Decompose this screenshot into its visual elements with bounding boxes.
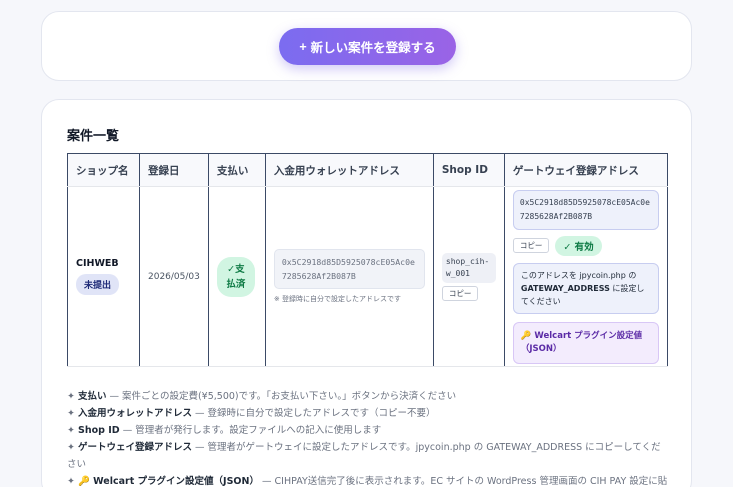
section-title: 案件一覧: [67, 129, 120, 144]
legend-item: ✦ 入金用ウォレットアドレス — 登録時に自分で設定したアドレスです（コピー不要…: [67, 405, 668, 422]
project-table: ショップ名 登録日 支払い 入金用ウォレットアドレス Shop ID ゲートウェ…: [67, 153, 669, 367]
legend-desc: — 管理者が発行します。設定ファイルへの記入に使用します: [119, 425, 382, 436]
legend-bullet-icon: ✦: [67, 425, 75, 436]
registration-date: 2026/05/03: [148, 272, 200, 283]
legend-item: ✦ 🔑 Welcart プラグイン設定値（JSON） — CIHPAY送信完了後…: [67, 473, 668, 487]
legend-term: Shop ID: [78, 425, 120, 436]
table-divider: [67, 366, 668, 367]
plus-icon: +: [299, 39, 307, 54]
project-list-card: 案件一覧 ショップ名 登録日 支払い 入金用ウォレットアドレス Shop ID …: [41, 99, 692, 487]
header-wallet-address: 入金用ウォレットアドレス: [264, 153, 434, 187]
legend-item: ✦ 支払い — 案件ごとの設定費(¥5,500)です。「お支払い下さい。」ボタン…: [67, 388, 668, 405]
legend-desc: — 案件ごとの設定費(¥5,500)です。「お支払い下さい。」ボタンから決済くだ…: [106, 391, 457, 402]
shop-name: CIHWEB: [76, 258, 119, 270]
header-payment: 支払い: [207, 153, 266, 187]
status-badge: 未提出: [76, 274, 120, 296]
gateway-active-badge: ✓ 有効: [555, 235, 602, 256]
gateway-note-pre: このアドレスを jpycoin.php の: [520, 270, 637, 280]
cell-wallet-address: 0x5C2918d85D5925078cE05Ac0e7285628Af2B08…: [264, 186, 434, 367]
welcart-settings-button[interactable]: 🔑 Welcart プラグイン設定値（JSON）: [512, 321, 659, 364]
wallet-address-note: ※ 登録時に自分で設定したアドレスです: [273, 295, 401, 304]
header-date: 登録日: [139, 153, 209, 187]
copy-shop-id-button[interactable]: コピー: [441, 285, 479, 301]
gateway-address-value: 0x5C2918d85D5925078cE05Ac0e7285628Af2B08…: [512, 189, 659, 230]
cell-gateway-address: 0x5C2918d85D5925078cE05Ac0e7285628Af2B08…: [503, 186, 669, 367]
legend-term: 🔑 Welcart プラグイン設定値（JSON）: [78, 476, 259, 487]
table-row: CIHWEB 未提出 2026/05/03 ✓支払済 0x5C2918d85D5…: [67, 186, 669, 367]
legend-desc: — 登録時に自分で設定したアドレスです（コピー不要）: [192, 408, 436, 419]
header-gateway-address: ゲートウェイ登録アドレス: [503, 153, 669, 187]
legend-bullet-icon: ✦: [67, 476, 75, 487]
shop-id-value: shop_cih-w_001: [441, 252, 496, 283]
legend-desc: — CIHPAY送信完了後に表示されます。EC サイトの WordPress 管…: [258, 476, 668, 487]
gateway-note-key: GATEWAY_ADDRESS: [520, 283, 610, 293]
legend-bullet-icon: ✦: [67, 408, 75, 419]
legend-bullet-icon: ✦: [67, 442, 75, 453]
legend-term: ゲートウェイ登録アドレス: [78, 442, 193, 453]
copy-gateway-address-button[interactable]: コピー: [512, 238, 550, 254]
register-button-label: 新しい案件を登録する: [310, 41, 436, 55]
legend-bullet-icon: ✦: [67, 391, 75, 402]
register-card: + 新しい案件を登録する: [41, 11, 692, 81]
header-shop-name: ショップ名: [67, 153, 140, 187]
table-header-row: ショップ名 登録日 支払い 入金用ウォレットアドレス Shop ID ゲートウェ…: [67, 153, 669, 187]
legend-item: ✦ Shop ID — 管理者が発行します。設定ファイルへの記入に使用します: [67, 422, 668, 439]
legend-term: 入金用ウォレットアドレス: [78, 408, 193, 419]
payment-status-badge: ✓支払済: [216, 256, 255, 297]
header-shop-id: Shop ID: [432, 153, 505, 187]
register-new-project-button[interactable]: + 新しい案件を登録する: [279, 28, 456, 65]
legend-term: 支払い: [78, 391, 107, 402]
cell-date: 2026/05/03: [139, 186, 209, 367]
legend: ✦ 支払い — 案件ごとの設定費(¥5,500)です。「お支払い下さい。」ボタン…: [67, 388, 668, 487]
cell-shop-id: shop_cih-w_001 コピー: [432, 186, 505, 367]
gateway-note: このアドレスを jpycoin.php の GATEWAY_ADDRESS に設…: [512, 262, 659, 314]
cell-payment: ✓支払済: [207, 186, 266, 367]
wallet-address-value: 0x5C2918d85D5925078cE05Ac0e7285628Af2B08…: [273, 249, 425, 290]
cell-shop-name: CIHWEB 未提出: [67, 186, 140, 367]
legend-item: ✦ ゲートウェイ登録アドレス — 管理者がゲートウェイに設定したアドレスです。j…: [67, 439, 668, 473]
